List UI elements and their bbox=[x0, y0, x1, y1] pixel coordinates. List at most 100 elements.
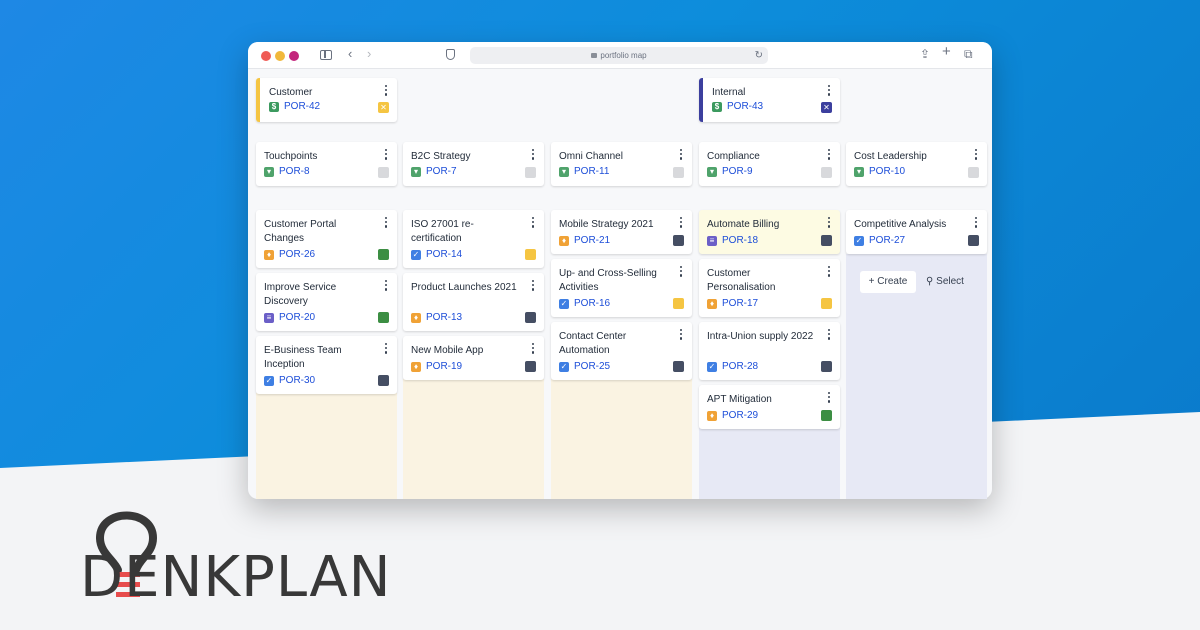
more-options-icon[interactable] bbox=[828, 266, 831, 279]
status-badge[interactable] bbox=[821, 361, 832, 372]
share-icon[interactable]: ⇪ bbox=[920, 47, 930, 61]
item-card[interactable]: APT Mitigation ♦ POR-29 bbox=[699, 385, 840, 429]
card-title: Internal bbox=[712, 87, 746, 98]
more-options-icon[interactable] bbox=[828, 392, 831, 405]
card-key[interactable]: ≡ POR-20 bbox=[264, 312, 315, 324]
column-card[interactable]: Touchpoints ▾ POR-8 bbox=[256, 142, 397, 186]
close-icon[interactable]: ✕ bbox=[821, 102, 832, 113]
item-card[interactable]: Competitive Analysis ✓ POR-27 bbox=[846, 210, 987, 254]
more-options-icon[interactable] bbox=[532, 280, 535, 293]
status-badge[interactable] bbox=[525, 249, 536, 260]
card-key[interactable]: ▾ POR-7 bbox=[411, 166, 457, 178]
status-badge[interactable] bbox=[673, 167, 684, 178]
card-key[interactable]: ♦ POR-13 bbox=[411, 312, 462, 324]
card-key[interactable]: ✓ POR-27 bbox=[854, 235, 905, 247]
more-options-icon[interactable] bbox=[828, 217, 831, 230]
item-card[interactable]: ISO 27001 re-certification ✓ POR-14 bbox=[403, 210, 544, 268]
card-key[interactable]: ♦ POR-19 bbox=[411, 361, 462, 373]
more-options-icon[interactable] bbox=[680, 266, 683, 279]
card-key[interactable]: ▾ POR-8 bbox=[264, 166, 310, 178]
status-badge[interactable] bbox=[968, 167, 979, 178]
more-options-icon[interactable] bbox=[532, 217, 535, 230]
more-options-icon[interactable] bbox=[385, 85, 388, 98]
create-button[interactable]: + Create bbox=[860, 271, 916, 293]
card-key[interactable]: ♦ POR-17 bbox=[707, 298, 758, 310]
more-options-icon[interactable] bbox=[828, 329, 831, 342]
item-card[interactable]: Mobile Strategy 2021 ♦ POR-21 bbox=[551, 210, 692, 254]
card-key[interactable]: ▾ POR-9 bbox=[707, 166, 753, 178]
status-badge[interactable] bbox=[821, 235, 832, 246]
status-badge[interactable] bbox=[378, 312, 389, 323]
item-card[interactable]: Improve Service Discovery ≡ POR-20 bbox=[256, 273, 397, 331]
status-badge[interactable] bbox=[673, 298, 684, 309]
card-key[interactable]: ♦ POR-29 bbox=[707, 410, 758, 422]
card-key[interactable]: $ POR-43 bbox=[712, 101, 763, 113]
card-key[interactable]: ✓ POR-25 bbox=[559, 361, 610, 373]
tabs-overview-icon[interactable]: ⧉ bbox=[964, 47, 973, 61]
select-button[interactable]: ⚲ Select bbox=[920, 271, 970, 293]
card-key[interactable]: ✓ POR-30 bbox=[264, 375, 315, 387]
card-key[interactable]: ✓ POR-16 bbox=[559, 298, 610, 310]
group-card[interactable]: Internal $ POR-43 ✕ bbox=[699, 78, 840, 122]
column-card[interactable]: B2C Strategy ▾ POR-7 bbox=[403, 142, 544, 186]
item-card[interactable]: E-Business Team Inception ✓ POR-30 bbox=[256, 336, 397, 394]
item-card[interactable]: Customer Personalisation ♦ POR-17 bbox=[699, 259, 840, 317]
card-key[interactable]: ▾ POR-11 bbox=[559, 166, 609, 178]
card-key[interactable]: ♦ POR-21 bbox=[559, 235, 610, 247]
more-options-icon[interactable] bbox=[680, 217, 683, 230]
new-tab-icon[interactable]: + bbox=[942, 44, 951, 59]
forward-icon[interactable]: › bbox=[367, 47, 371, 61]
more-options-icon[interactable] bbox=[828, 85, 831, 98]
more-options-icon[interactable] bbox=[975, 149, 978, 162]
status-badge[interactable] bbox=[378, 167, 389, 178]
column-card[interactable]: Cost Leadership ▾ POR-10 bbox=[846, 142, 987, 186]
more-options-icon[interactable] bbox=[385, 217, 388, 230]
column-card[interactable]: Compliance ▾ POR-9 bbox=[699, 142, 840, 186]
sidebar-toggle-icon[interactable] bbox=[320, 50, 332, 60]
reload-icon[interactable]: ↻ bbox=[755, 47, 763, 64]
card-key[interactable]: ✓ POR-14 bbox=[411, 249, 462, 261]
close-icon[interactable]: ✕ bbox=[378, 102, 389, 113]
card-key[interactable]: ▾ POR-10 bbox=[854, 166, 905, 178]
status-badge[interactable] bbox=[821, 167, 832, 178]
item-card[interactable]: New Mobile App ♦ POR-19 bbox=[403, 336, 544, 380]
close-window-button[interactable] bbox=[261, 51, 271, 61]
status-badge[interactable] bbox=[673, 235, 684, 246]
item-card[interactable]: Intra-Union supply 2022 ✓ POR-28 bbox=[699, 322, 840, 380]
status-badge[interactable] bbox=[821, 410, 832, 421]
status-badge[interactable] bbox=[821, 298, 832, 309]
item-card[interactable]: Contact Center Automation ✓ POR-25 bbox=[551, 322, 692, 380]
item-card[interactable]: Automate Billing ≡ POR-18 bbox=[699, 210, 840, 254]
column-card[interactable]: Omni Channel ▾ POR-11 bbox=[551, 142, 692, 186]
more-options-icon[interactable] bbox=[532, 149, 535, 162]
card-key[interactable]: ✓ POR-28 bbox=[707, 361, 758, 373]
group-card[interactable]: Customer $ POR-42 ✕ bbox=[256, 78, 397, 122]
status-badge[interactable] bbox=[378, 249, 389, 260]
more-options-icon[interactable] bbox=[385, 280, 388, 293]
card-key[interactable]: ≡ POR-18 bbox=[707, 235, 758, 247]
back-icon[interactable]: ‹ bbox=[348, 47, 352, 61]
more-options-icon[interactable] bbox=[385, 343, 388, 356]
more-options-icon[interactable] bbox=[828, 149, 831, 162]
more-options-icon[interactable] bbox=[385, 149, 388, 162]
zoom-window-button[interactable] bbox=[289, 51, 299, 61]
item-card[interactable]: Product Launches 2021 ♦ POR-13 bbox=[403, 273, 544, 331]
card-key[interactable]: $ POR-42 bbox=[269, 101, 320, 113]
shield-icon[interactable] bbox=[446, 49, 455, 60]
more-options-icon[interactable] bbox=[975, 217, 978, 230]
lane-background bbox=[256, 393, 397, 499]
status-badge[interactable] bbox=[525, 312, 536, 323]
more-options-icon[interactable] bbox=[680, 149, 683, 162]
item-card[interactable]: Up- and Cross-Selling Activities ✓ POR-16 bbox=[551, 259, 692, 317]
item-card[interactable]: Customer Portal Changes ♦ POR-26 bbox=[256, 210, 397, 268]
status-badge[interactable] bbox=[673, 361, 684, 372]
address-bar[interactable]: portfolio map ↻ bbox=[470, 47, 768, 64]
status-badge[interactable] bbox=[525, 361, 536, 372]
status-badge[interactable] bbox=[968, 235, 979, 246]
status-badge[interactable] bbox=[525, 167, 536, 178]
more-options-icon[interactable] bbox=[680, 329, 683, 342]
card-key[interactable]: ♦ POR-26 bbox=[264, 249, 315, 261]
status-badge[interactable] bbox=[378, 375, 389, 386]
more-options-icon[interactable] bbox=[532, 343, 535, 356]
minimize-window-button[interactable] bbox=[275, 51, 285, 61]
